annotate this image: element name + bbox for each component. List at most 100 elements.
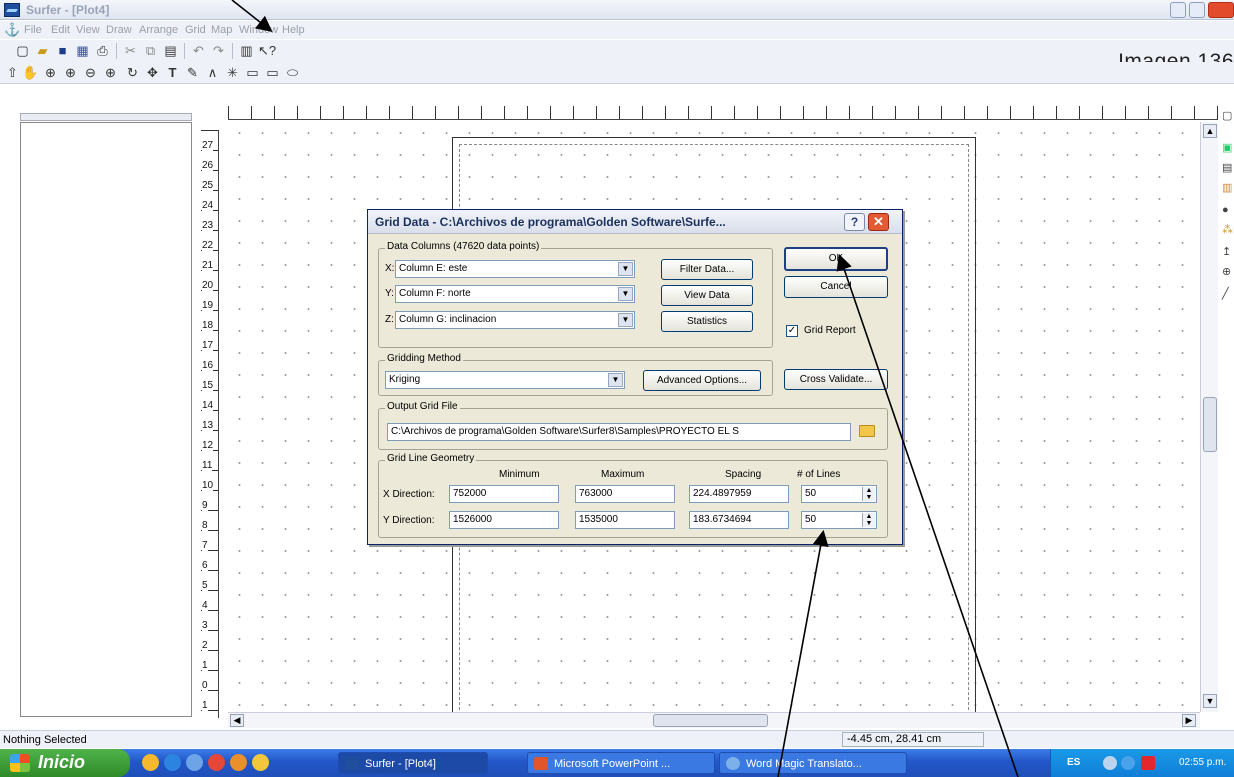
view-data-button[interactable]: View Data (661, 285, 753, 306)
image-map-icon[interactable]: ▥ (1222, 182, 1234, 194)
output-grid-file-input[interactable]: C:\Archivos de programa\Golden Software\… (387, 423, 851, 441)
chevron-down-icon[interactable]: ▼ (608, 373, 623, 387)
chevron-down-icon[interactable]: ▼ (618, 313, 633, 327)
post-map-icon[interactable]: ↥ (1222, 246, 1234, 258)
y-spacing-input[interactable]: 183.6734694 (689, 511, 789, 529)
object-manager-icon[interactable]: ▥ (238, 43, 255, 59)
menu-view[interactable]: View (76, 24, 100, 36)
start-button[interactable]: Inicio (0, 749, 130, 777)
y-maximum-input[interactable]: 1535000 (575, 511, 675, 529)
worksheet-icon[interactable]: ▦ (74, 43, 91, 59)
print-icon[interactable]: ⎙ (94, 43, 111, 59)
vertical-scroll-thumb[interactable] (1203, 397, 1217, 452)
horizontal-scrollbar[interactable]: ◀ ▶ (228, 712, 1200, 728)
menu-draw[interactable]: Draw (106, 24, 132, 36)
menu-window[interactable]: Window (239, 24, 278, 36)
cancel-button[interactable]: Cancel (784, 276, 888, 298)
menu-edit[interactable]: Edit (51, 24, 70, 36)
x-column-select[interactable]: Column E: este ▼ (395, 260, 635, 278)
undo-icon[interactable]: ↶ (190, 43, 207, 59)
document-menu-icon[interactable]: ⚓ (4, 23, 20, 36)
ellipse-icon[interactable]: ⬭ (284, 65, 301, 81)
scroll-left-icon[interactable]: ◀ (230, 714, 244, 727)
shaded-relief-icon[interactable]: ● (1222, 204, 1234, 216)
object-manager-panel[interactable] (20, 122, 192, 717)
quicklaunch-icon[interactable] (142, 754, 159, 771)
grid-report-checkbox[interactable]: ✓ (786, 325, 798, 337)
browse-folder-icon[interactable] (859, 425, 875, 437)
chevron-down-icon[interactable]: ▼ (618, 287, 633, 301)
internet-explorer-icon[interactable] (164, 754, 181, 771)
symbol-icon[interactable]: ✳ (224, 65, 241, 81)
minimize-button[interactable] (1170, 2, 1186, 18)
taskbar-item-powerpoint[interactable]: Microsoft PowerPoint ... (527, 752, 715, 774)
reshape-icon[interactable]: ✥ (144, 65, 161, 81)
wireframe-icon[interactable]: ╱ (1222, 288, 1234, 300)
language-indicator[interactable]: ES (1067, 757, 1080, 768)
x-maximum-input[interactable]: 763000 (575, 485, 675, 503)
advanced-options-button[interactable]: Advanced Options... (643, 370, 761, 391)
y-lines-stepper[interactable]: 50 ▲ ▼ (801, 511, 877, 529)
save-icon[interactable]: ■ (54, 43, 71, 59)
menu-map[interactable]: Map (211, 24, 232, 36)
dialog-help-button[interactable]: ? (844, 213, 865, 231)
dialog-close-button[interactable]: ✕ (868, 213, 889, 231)
close-button[interactable] (1208, 2, 1234, 18)
context-help-icon[interactable]: ↖? (258, 43, 276, 59)
x-lines-stepper[interactable]: 50 ▲ ▼ (801, 485, 877, 503)
quicklaunch-icon[interactable] (230, 754, 247, 771)
zoom-rectangle-icon[interactable]: ⊕ (62, 65, 79, 81)
network-icon[interactable] (1103, 756, 1117, 770)
rounded-rectangle-icon[interactable]: ▭ (264, 65, 281, 81)
new-icon[interactable]: ▢ (14, 43, 31, 59)
map-icon[interactable]: ▣ (1222, 142, 1234, 154)
ok-button[interactable]: OK (784, 247, 888, 271)
scroll-down-icon[interactable]: ▼ (1203, 694, 1217, 708)
tool-icon[interactable]: ▢ (1222, 110, 1234, 122)
paste-icon[interactable]: ▤ (162, 43, 179, 59)
z-column-select[interactable]: Column G: inclinacion ▼ (395, 311, 635, 329)
menu-file[interactable]: File (24, 24, 42, 36)
zoom-page-icon[interactable]: ⊕ (102, 65, 119, 81)
horizontal-scroll-thumb[interactable] (653, 714, 768, 727)
polygon-icon[interactable]: ✎ (184, 65, 201, 81)
x-spacing-input[interactable]: 224.4897959 (689, 485, 789, 503)
cross-validate-button[interactable]: Cross Validate... (784, 369, 888, 390)
menu-grid[interactable]: Grid (185, 24, 206, 36)
pan-hand-icon[interactable]: ✋ (22, 65, 39, 81)
quicklaunch-icon[interactable] (186, 754, 203, 771)
open-icon[interactable]: ▰ (34, 43, 51, 59)
zoom-in-icon[interactable]: ⊕ (42, 65, 59, 81)
filter-data-button[interactable]: Filter Data... (661, 259, 753, 280)
y-column-select[interactable]: Column F: norte ▼ (395, 285, 635, 303)
quicklaunch-icon[interactable] (252, 754, 269, 771)
rectangle-icon[interactable]: ▭ (244, 65, 261, 81)
taskbar-item-word-magic[interactable]: Word Magic Translato... (719, 752, 907, 774)
messenger-icon[interactable] (1121, 756, 1135, 770)
quicklaunch-icon[interactable] (208, 754, 225, 771)
redraw-icon[interactable]: ↻ (124, 65, 141, 81)
copy-icon[interactable]: ⧉ (142, 43, 159, 59)
text-tool-icon[interactable]: T (164, 65, 181, 81)
vertical-scrollbar[interactable]: ▲ ▼ (1200, 122, 1218, 712)
y-minimum-input[interactable]: 1526000 (449, 511, 559, 529)
surfer-app-icon[interactable] (4, 3, 20, 17)
vector-map-icon[interactable]: ⁂ (1222, 224, 1234, 236)
menu-arrange[interactable]: Arrange (139, 24, 178, 36)
contour-icon[interactable]: ▤ (1222, 162, 1234, 174)
zoom-out-icon[interactable]: ⊖ (82, 65, 99, 81)
taskbar-item-surfer[interactable]: Surfer - [Plot4] (338, 752, 488, 774)
redo-icon[interactable]: ↷ (210, 43, 227, 59)
select-arrow-icon[interactable]: ⇧ (4, 65, 21, 81)
spin-arrows-icon[interactable]: ▲ ▼ (862, 513, 875, 527)
cut-icon[interactable]: ✂ (122, 43, 139, 59)
gridding-method-select[interactable]: Kriging ▼ (385, 371, 625, 389)
polyline-icon[interactable]: ∧ (204, 65, 221, 81)
spin-arrows-icon[interactable]: ▲ ▼ (862, 487, 875, 501)
scroll-right-icon[interactable]: ▶ (1182, 714, 1196, 727)
statistics-button[interactable]: Statistics (661, 311, 753, 332)
menu-help[interactable]: Help (282, 24, 305, 36)
maximize-button[interactable] (1189, 2, 1205, 18)
chevron-down-icon[interactable]: ▼ (618, 262, 633, 276)
antivirus-icon[interactable] (1141, 756, 1155, 770)
